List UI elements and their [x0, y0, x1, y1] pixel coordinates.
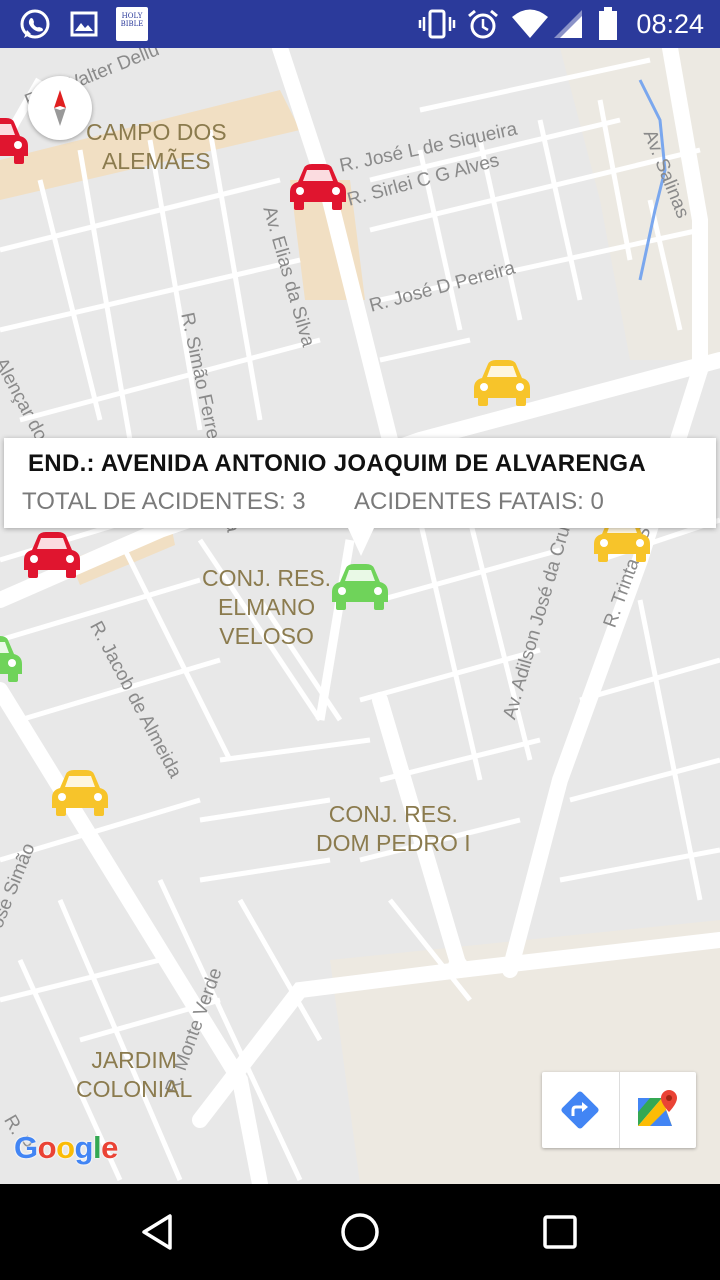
google-logo-letter: G	[14, 1130, 38, 1165]
signal-icon	[554, 10, 582, 38]
red-car-marker[interactable]	[286, 160, 350, 212]
marker-info-window[interactable]: END.: AVENIDA ANTONIO JOAQUIM DE ALVAREN…	[4, 438, 716, 556]
district-label: JARDIM COLONIAL	[76, 1047, 193, 1102]
wifi-icon	[512, 9, 548, 38]
map-toolbar	[542, 1072, 696, 1148]
district-label: CONJ. RES. DOM PEDRO I	[316, 801, 471, 856]
google-logo-letter: g	[74, 1130, 94, 1165]
info-window-pointer	[348, 528, 374, 556]
recents-button[interactable]	[520, 1202, 600, 1262]
vibrate-icon	[418, 9, 456, 39]
battery-icon	[599, 7, 617, 40]
compass-button[interactable]	[28, 76, 92, 140]
google-logo-letter: l	[92, 1130, 102, 1165]
status-clock: 08:24	[636, 9, 704, 39]
info-window-total-accidents: TOTAL DE ACIDENTES: 3	[22, 488, 306, 515]
google-logo: Google	[14, 1130, 118, 1166]
directions-icon	[561, 1091, 599, 1129]
district-label: CAMPO DOS ALEMÃES	[86, 119, 227, 174]
red-car-marker[interactable]	[0, 114, 32, 166]
yellow-car-marker[interactable]	[470, 356, 534, 408]
gallery-icon	[70, 11, 98, 37]
navigation-bar	[0, 1184, 720, 1280]
compass-icon	[54, 90, 66, 126]
alarm-icon	[468, 9, 498, 39]
district-label: CONJ. RES. ELMANO VELOSO	[202, 565, 332, 649]
info-window-address: END.: AVENIDA ANTONIO JOAQUIM DE ALVAREN…	[28, 450, 646, 477]
red-car-marker[interactable]	[20, 528, 84, 580]
yellow-car-marker[interactable]	[48, 766, 112, 818]
green-car-marker[interactable]	[0, 632, 26, 684]
home-icon	[341, 1213, 379, 1251]
google-logo-letter: o	[56, 1130, 75, 1165]
map-view[interactable]: Rua Walter Dellu R. José L de Siqueira R…	[0, 48, 720, 1184]
whatsapp-icon	[20, 9, 50, 39]
home-button[interactable]	[320, 1202, 400, 1262]
green-car-marker[interactable]	[328, 560, 392, 612]
open-google-maps-button[interactable]	[620, 1072, 696, 1148]
info-window-fatal-accidents: ACIDENTES FATAIS: 0	[354, 488, 604, 515]
google-logo-letter: o	[37, 1130, 57, 1165]
google-maps-icon	[638, 1090, 677, 1126]
back-icon	[142, 1214, 172, 1250]
status-bar: HOLY BIBLE 08:24	[0, 0, 720, 48]
bible-app-icon: HOLY BIBLE	[116, 7, 148, 41]
back-button[interactable]	[120, 1202, 200, 1262]
directions-button[interactable]	[542, 1072, 618, 1148]
google-logo-letter: e	[101, 1130, 118, 1165]
recents-icon	[543, 1215, 577, 1249]
